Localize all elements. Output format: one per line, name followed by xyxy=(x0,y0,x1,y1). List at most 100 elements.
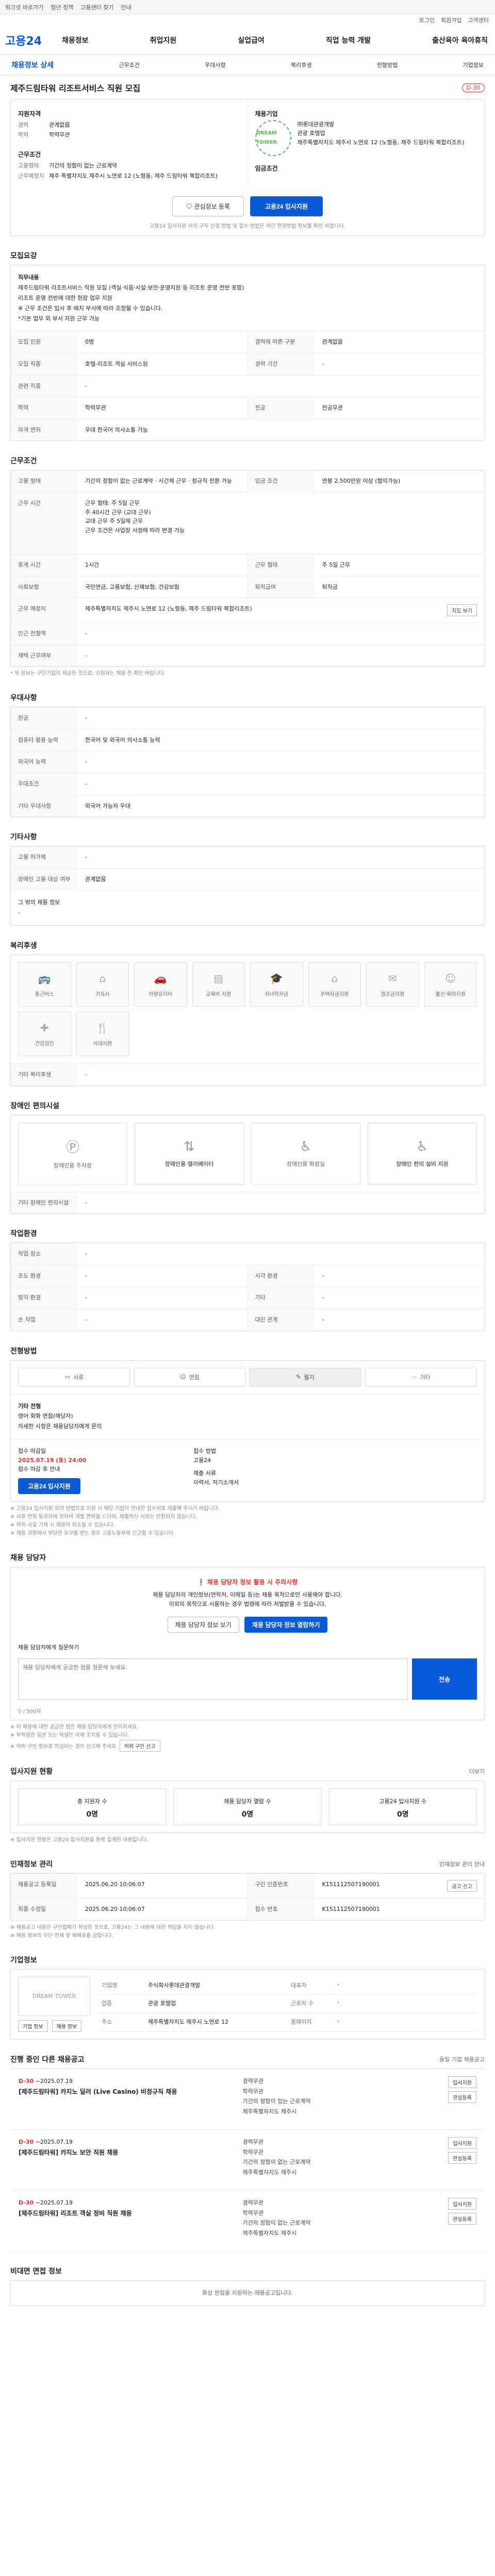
map-button[interactable]: 지도 보기 xyxy=(447,604,477,617)
elevator-icon: ⇅ xyxy=(184,1139,195,1155)
company-address: 제주특별자치도 제주시 노연로 12 (노형동, 제주 드림타워 복합리조트) xyxy=(297,139,465,146)
scrap-button[interactable]: ♡ 관심정보 등록 xyxy=(172,196,244,217)
apply-status-more[interactable]: 더보기 xyxy=(469,1767,485,1775)
tab-welfare[interactable]: 복리후생 xyxy=(291,61,311,69)
site-logo[interactable]: 고용24 xyxy=(5,32,62,48)
top-link-2[interactable]: 청년 정책 xyxy=(51,3,73,11)
contact-view-button[interactable]: 채용 담당자 정보 보기 xyxy=(167,1617,239,1633)
company-logo-large: DREAM TOWER xyxy=(18,1976,90,2016)
post-report-button[interactable]: 공고 신고 xyxy=(447,1880,477,1892)
list-item[interactable]: D-30 ~2025.07.19 [제주드림타워] 카지노 보안 직원 채용 경력… xyxy=(10,2130,485,2191)
dday-badge: D-30 xyxy=(461,83,485,92)
document-icon: ▭ xyxy=(64,1374,71,1381)
company-industry: 관광 호텔업 xyxy=(297,130,325,137)
related-apply-button[interactable]: 입사지원 xyxy=(448,2076,476,2088)
list-item[interactable]: D-30 ~2025.07.19 [제주드림타워] 리조트 객실 정비 직원 채용… xyxy=(10,2191,485,2251)
edu-value: 학력무관 xyxy=(49,131,70,139)
welfare-item: ▤ 교육비 지원 xyxy=(192,962,245,1007)
apply-button[interactable]: 고용24 입사지원 xyxy=(250,196,323,217)
apply-status-heading: 입사지원 현황 xyxy=(10,1768,53,1776)
question-submit-button[interactable]: 전송 xyxy=(412,1658,477,1700)
tab-conditions[interactable]: 근무조건 xyxy=(119,61,139,69)
top-utility-bar: 워크넷 바로가기 청년 정책 고용센터 찾기 안내 xyxy=(0,0,495,14)
related-scrap-button[interactable]: 관심등록 xyxy=(448,2091,476,2103)
tab-preference[interactable]: 우대사항 xyxy=(205,61,225,69)
dorm-icon: ⌂ xyxy=(99,972,106,985)
warning-icon: ❗ xyxy=(197,1578,207,1586)
heart-icon: ♡ xyxy=(186,203,194,211)
disability-heading: 장애인 편의시설 xyxy=(10,1101,60,1110)
company-heading: 채용기업 xyxy=(255,110,278,117)
question-input[interactable] xyxy=(18,1658,408,1700)
tab-overview[interactable]: 채용정보 상세 xyxy=(11,60,54,70)
top-link-4[interactable]: 안내 xyxy=(121,3,131,11)
baby-icon: ☺ xyxy=(445,972,456,985)
company-name[interactable]: ㈜롯데관광개발 xyxy=(298,120,465,129)
welfare-item: ☺ 출산·육아지원 xyxy=(424,962,477,1007)
manage-heading: 인재정보 관리 xyxy=(10,1860,53,1869)
related-apply-button[interactable]: 입사지원 xyxy=(448,2197,476,2210)
gnb-item-benefit[interactable]: 실업급여 xyxy=(238,35,265,45)
restroom-icon: ♿ xyxy=(300,1139,312,1155)
welfare-item: ✚ 건강검진 xyxy=(18,1012,71,1057)
remote-box: 화상 면접을 지원하는 채용공고입니다. xyxy=(10,2280,485,2306)
company-jobs-button[interactable]: 채용 정보 xyxy=(52,2020,82,2032)
facility-item: ♿ 장애인용 화장실 xyxy=(251,1122,360,1184)
global-nav: 고용24 채용정보 취업지원 실업급여 직업 능력 개발 출산육아 육아휴직 xyxy=(0,26,495,55)
pencil-icon: ✎ xyxy=(296,1374,301,1381)
gift-icon: ✉ xyxy=(388,972,397,985)
related-scrap-button[interactable]: 관심등록 xyxy=(448,2212,476,2225)
related-scrap-button[interactable]: 관심등록 xyxy=(448,2151,476,2164)
top-link-3[interactable]: 고용센터 찾기 xyxy=(80,3,113,11)
signup-link[interactable]: 회원가입 xyxy=(441,16,461,24)
company-info-grid: 기업명 주식회사롯데관광개발 대표자 - 업종 관광 호텔업 근로자 수- 주소 제주특별자… xyxy=(98,1977,477,2032)
top-link-1[interactable]: 워크넷 바로가기 xyxy=(5,3,43,11)
gnb-menu: 채용정보 취업지원 실업급여 직업 능력 개발 출산육아 육아휴직 xyxy=(62,35,490,45)
contact-open-button[interactable]: 채용 담당자 정보 열람하기 xyxy=(244,1617,328,1633)
work-note: * 위 정보는 구인기업이 제공한 것으로, 지원자는 채용 전 확인 바랍니다… xyxy=(10,671,166,677)
exp-value: 관계없음 xyxy=(49,121,70,128)
manage-notes: ※ 채용공고 내용은 구인업체가 작성한 것으로, 고용24는 그 내용에 대한… xyxy=(10,1924,215,1939)
apply-button-2[interactable]: 고용24 입사지원 xyxy=(18,1478,80,1494)
step-document: ▭ 서류 xyxy=(18,1367,130,1386)
company-logo: DREAM TOWER xyxy=(255,120,291,156)
prefer-table: 전공 - 컴퓨터 활용 능력 한국어 및 외국어 의사소통 능력 외국어 능력 - 우… xyxy=(10,707,485,818)
welfare-item: 🚌 통근버스 xyxy=(18,962,71,1007)
prefer-heading: 우대사항 xyxy=(10,694,37,703)
facility-item: ♿ 장애인 편의 설비 지원 xyxy=(368,1122,477,1184)
health-icon: ✚ xyxy=(40,1021,49,1034)
work-heading: 근무조건 xyxy=(18,151,41,159)
help-link[interactable]: 고객센터 xyxy=(468,16,489,24)
company-info-button[interactable]: 기업 정보 xyxy=(18,2020,48,2032)
step-etc: ⋯ 기타 xyxy=(365,1367,477,1386)
job-summary-card: 지원자격 경력 관계없음 학력 학력무관 근무조건 고용형태 기간의 정함이 없는 근… xyxy=(10,99,485,236)
book-icon: ▤ xyxy=(213,972,224,985)
bus-icon: 🚌 xyxy=(38,972,51,985)
selection-heading: 전형방법 xyxy=(10,1347,37,1355)
remote-heading: 비대면 면접 정보 xyxy=(10,2267,62,2276)
tab-selection[interactable]: 전형방법 xyxy=(377,61,398,69)
facility-item: ⇅ 장애인용 엘리베이터 xyxy=(135,1122,244,1184)
gnb-item-parental[interactable]: 출산육아 육아휴직 xyxy=(432,35,488,45)
tab-company[interactable]: 기업정보 xyxy=(463,61,484,69)
wheelchair-icon: ♿ xyxy=(416,1139,428,1155)
contact-notes: ※ 이 채용에 대한 궁금한 점은 채용 담당자에게 문의하세요. ※ 부적절한… xyxy=(10,1723,485,1752)
gnb-item-support[interactable]: 취업지원 xyxy=(150,35,177,45)
stat-online: 고용24 입사지원 수 0명 xyxy=(328,1788,477,1826)
report-fake-button[interactable]: 허위 구인 신고 xyxy=(119,1740,160,1752)
welfare-item: ⌂ 기숙사 xyxy=(76,962,129,1007)
disability-box: Ⓟ 장애인용 주차장 ⇅ 장애인용 엘리베이터 ♿ 장애인용 화장실 ♿ 장애인 편의 … xyxy=(10,1114,485,1214)
work-table: 고용 형태 기간의 정함이 없는 근로계약 · 시간제 근무 · 정규직 전환 가… xyxy=(10,470,485,667)
welfare-item: 🎓 자녀학자금 xyxy=(250,962,303,1007)
person-icon: ☺ xyxy=(180,1374,186,1381)
company-heading-section: 기업정보 xyxy=(10,1956,37,1964)
gnb-item-training[interactable]: 직업 능력 개발 xyxy=(326,35,371,45)
login-link[interactable]: 로그인 xyxy=(419,16,435,24)
contact-heading: 채용 담당자 xyxy=(10,1553,46,1562)
welfare-item: 🚗 차량유지비 xyxy=(134,962,187,1007)
gnb-item-jobs[interactable]: 채용정보 xyxy=(62,35,89,45)
warning-title: ❗ 채용 담당자 정보 활용 시 주의사항 xyxy=(197,1578,298,1586)
related-apply-button[interactable]: 입사지원 xyxy=(448,2137,476,2149)
list-item[interactable]: D-30 ~2025.07.19 [제주드림타워] 카지노 딜러 (Live Ca… xyxy=(10,2069,485,2130)
manage-guide-link[interactable]: 인재정보 관리 안내 xyxy=(439,1860,485,1868)
